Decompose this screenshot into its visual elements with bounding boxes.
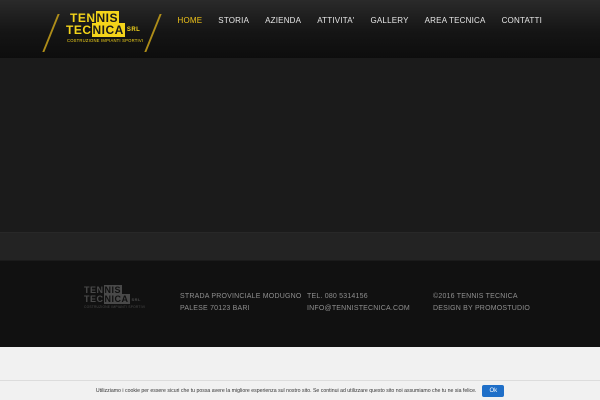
footer-phone: TEL. 080 5314156 — [307, 293, 368, 300]
footer-logo[interactable]: TENNIS TECNICA SRL COSTRUZIONE IMPIANTI S… — [84, 285, 146, 314]
footer-logo-suffix: SRL — [131, 297, 141, 302]
page: TENNIS TECNICA SRL COSTRUZIONE IMPIANTI S… — [0, 0, 600, 400]
nav-item-home[interactable]: HOME — [169, 16, 210, 25]
logo-line-2: TECNICA SRL — [66, 23, 141, 37]
nav-item-storia[interactable]: STORIA — [210, 16, 257, 25]
cookie-message: Utilizziamo i cookie per essere sicuri c… — [95, 387, 477, 394]
footer-contacts: TEL. 080 5314156 INFO@TENNISTECNICA.COM — [307, 291, 410, 315]
logo-suffix: SRL — [126, 27, 141, 33]
site-footer: TENNIS TECNICA SRL COSTRUZIONE IMPIANTI S… — [0, 261, 600, 347]
footer-address-line-2: PALESE 70123 BARI — [180, 305, 250, 312]
nav-item-gallery[interactable]: GALLERY — [362, 16, 416, 25]
footer-copyright: ©2016 TENNIS TECNICA — [433, 293, 518, 300]
below-footer-area — [0, 347, 600, 380]
site-logo[interactable]: TENNIS TECNICA SRL COSTRUZIONE IMPIANTI S… — [42, 11, 162, 52]
footer-credits: ©2016 TENNIS TECNICA DESIGN BY PROMOSTUD… — [433, 291, 530, 315]
footer-logo-subtitle: COSTRUZIONE IMPIANTI SPORTIVI — [84, 305, 146, 309]
logo-slash-right — [144, 14, 162, 52]
main-nav: HOME STORIA AZIENDA ATTIVITA' GALLERY AR… — [169, 16, 550, 25]
logo-text-nica: NICA — [91, 23, 125, 37]
logo-subtitle: COSTRUZIONE IMPIANTI SPORTIVI — [67, 38, 144, 43]
footer-email-link[interactable]: INFO@TENNISTECNICA.COM — [307, 305, 410, 312]
logo-slash-left — [42, 14, 60, 52]
nav-item-azienda[interactable]: AZIENDA — [257, 16, 309, 25]
main-content-area — [0, 58, 600, 232]
content-divider-strip — [0, 232, 600, 260]
nav-item-attivita[interactable]: ATTIVITA' — [309, 16, 362, 25]
footer-logo-line-2: TECNICA SRL — [84, 294, 141, 304]
site-header: TENNIS TECNICA SRL COSTRUZIONE IMPIANTI S… — [0, 0, 600, 58]
footer-design-credit: DESIGN BY PROMOSTUDIO — [433, 305, 531, 312]
footer-logo-text-nica: NICA — [103, 294, 130, 304]
footer-logo-text-tec: TEC — [84, 294, 104, 304]
footer-address-line-1: STRADA PROVINCIALE MODUGNO — [180, 293, 302, 300]
nav-item-area-tecnica[interactable]: AREA TECNICA — [417, 16, 494, 25]
cookie-ok-button[interactable]: Ok — [482, 384, 505, 397]
nav-item-contatti[interactable]: CONTATTI — [494, 16, 550, 25]
footer-address: STRADA PROVINCIALE MODUGNO PALESE 70123 … — [180, 291, 302, 315]
logo-text-tec: TEC — [66, 23, 92, 37]
cookie-bar: Utilizziamo i cookie per essere sicuri c… — [0, 380, 600, 400]
